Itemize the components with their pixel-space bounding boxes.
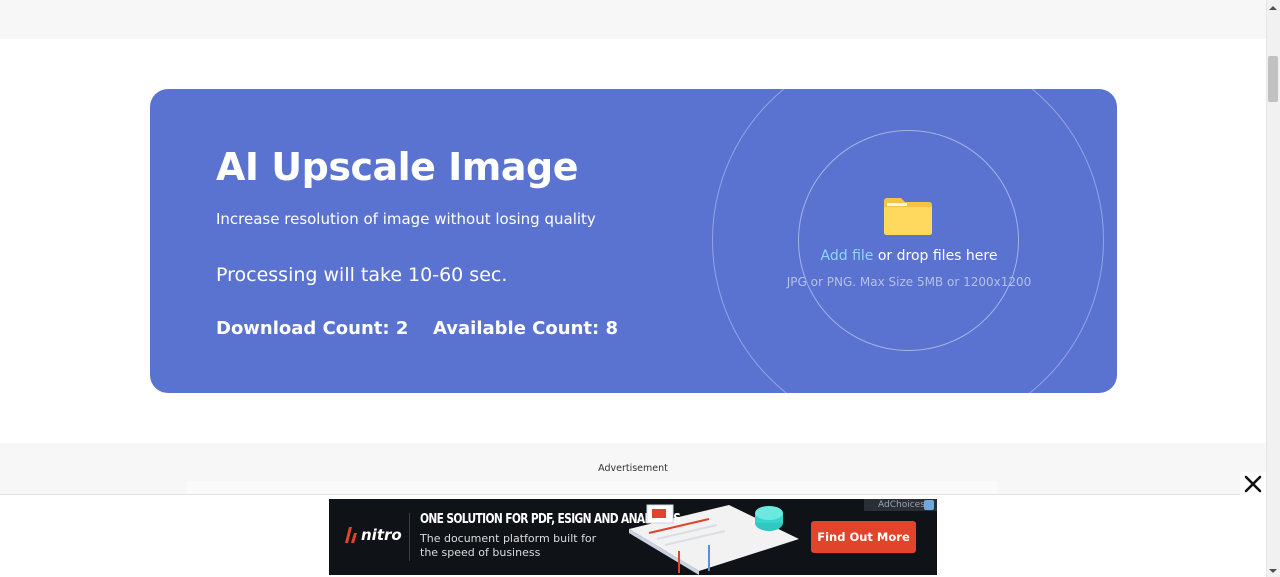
adchoices-label: AdChoices (878, 500, 925, 510)
processing-time-text: Processing will take 10-60 sec. (216, 264, 508, 286)
available-count: Available Count: 8 (433, 318, 618, 339)
main-section: AI Upscale Image Increase resolution of … (0, 39, 1266, 443)
folder-icon (884, 198, 932, 235)
close-ad-button[interactable] (1240, 472, 1266, 496)
find-out-more-button[interactable]: Find Out More (811, 521, 916, 553)
scroll-down-arrow-icon (1269, 569, 1277, 573)
upscale-hero-card: AI Upscale Image Increase resolution of … (150, 89, 1117, 393)
scroll-down-button[interactable] (1266, 563, 1280, 577)
adchoices-badge[interactable]: AdChoices (864, 499, 937, 511)
page-subtitle: Increase resolution of image without los… (216, 210, 596, 228)
upload-file-requirements: JPG or PNG. Max Size 5MB or 1200x1200 (786, 275, 1032, 289)
close-icon (1244, 475, 1262, 493)
download-count: Download Count: 2 (216, 318, 409, 339)
scroll-up-button[interactable] (1266, 0, 1280, 14)
scrollbar-thumb[interactable] (1268, 56, 1278, 102)
nitro-logo: nitro (343, 525, 402, 545)
ad-banner[interactable]: nitro ONE SOLUTION FOR PDF, ESIGN AND AN… (329, 499, 937, 575)
upload-instruction: Add file or drop files here (750, 248, 1068, 264)
scroll-up-arrow-icon (1269, 6, 1277, 10)
pdf-illustration (629, 504, 799, 575)
adchoices-icon (924, 500, 934, 510)
page-title: AI Upscale Image (216, 145, 579, 189)
file-drop-zone[interactable]: Add file or drop files here JPG or PNG. … (750, 189, 1068, 299)
banner-body: The document platform built for the spee… (420, 532, 597, 559)
drop-files-text: or drop files here (873, 248, 998, 264)
top-bar (0, 0, 1266, 39)
nitro-logo-text: nitro (361, 526, 402, 544)
nitro-logo-icon (345, 527, 357, 543)
add-file-link[interactable]: Add file (821, 248, 874, 264)
banner-divider (409, 513, 410, 561)
advertisement-label: Advertisement (598, 463, 668, 474)
